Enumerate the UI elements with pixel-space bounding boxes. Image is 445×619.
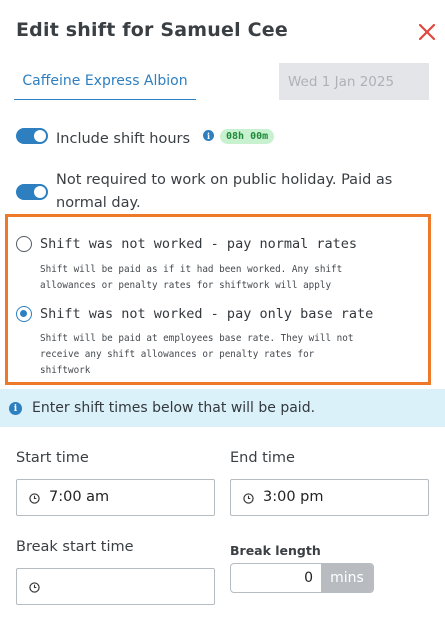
clock-icon [243, 493, 254, 504]
option-normal-label[interactable]: Shift was not worked - pay normal rates [40, 236, 357, 252]
toggle-knob [34, 130, 46, 142]
option-base-desc-line2: receive any shift allowances or penalty … [40, 349, 315, 360]
include-hours-label: Include shift hours [56, 131, 191, 147]
public-holiday-toggle[interactable] [16, 184, 48, 200]
end-time-value: 3:00 pm [263, 489, 324, 505]
end-time-label: End time [230, 450, 295, 466]
break-start-label: Break start time [16, 539, 134, 555]
clock-icon [29, 582, 40, 593]
hours-badge: 08h 00m [220, 129, 275, 144]
radio-pay-base-rate[interactable] [16, 306, 32, 322]
date-field: Wed 1 Jan 2025 [279, 63, 429, 100]
start-time-input[interactable]: 7:00 am [16, 479, 215, 516]
start-time-value: 7:00 am [49, 489, 110, 505]
start-time-label: Start time [16, 450, 89, 466]
tab-location[interactable]: Caffeine Express Albion [14, 63, 196, 100]
info-icon: i [9, 402, 22, 415]
break-start-input[interactable] [16, 568, 215, 605]
close-icon[interactable] [417, 22, 437, 42]
public-holiday-label-line1: Not required to work on public holiday. … [56, 172, 393, 188]
break-length-unit: mins [321, 564, 373, 592]
info-banner-text: Enter shift times below that will be pai… [32, 400, 316, 416]
include-hours-toggle[interactable] [16, 128, 48, 144]
page-title: Edit shift for Samuel Cee [16, 19, 288, 41]
public-holiday-label-line2: normal day. [56, 195, 141, 211]
toggle-knob [34, 186, 46, 198]
option-base-desc-line3: shiftwork [40, 365, 91, 376]
option-normal-desc-line1: Shift will be paid as if it had been wor… [40, 264, 343, 275]
clock-icon [29, 493, 40, 504]
option-base-label[interactable]: Shift was not worked - pay only base rat… [40, 306, 373, 322]
option-base-desc-line1: Shift will be paid at employees base rat… [40, 333, 354, 344]
radio-pay-normal-rates[interactable] [16, 236, 32, 252]
break-length-label: Break length [230, 543, 321, 558]
break-length-input[interactable]: 0 mins [230, 563, 374, 593]
break-length-value: 0 [304, 570, 313, 586]
info-icon[interactable]: i [203, 130, 214, 141]
end-time-input[interactable]: 3:00 pm [230, 479, 429, 516]
radio-dot [20, 310, 27, 317]
option-normal-desc-line2: allowances or penalty rates for shiftwor… [40, 280, 332, 291]
info-banner: i Enter shift times below that will be p… [0, 389, 445, 427]
